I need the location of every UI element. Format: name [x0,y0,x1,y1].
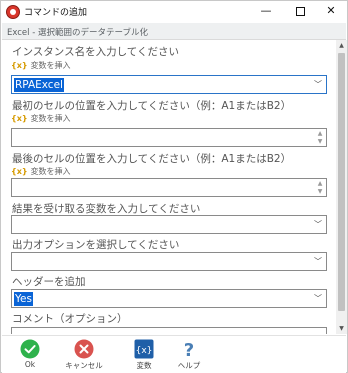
ok-label: Ok [24,360,36,369]
insert-variable-link-last-cell[interactable]: {x} 変数を挿入 [11,166,71,177]
first-cell-label: 最初のセルの位置を入力してください（例：A1またはB2） [12,100,292,112]
last-cell-label: 最後のセルの位置を入力してください（例：A1またはB2） [12,153,292,165]
variable-icon: {x} [11,61,28,70]
result-variable-label: 結果を受け取る変数を入力してください [12,203,201,215]
footer-toolbar: Ok キャンセル {x} 変数 ? ヘルプ [2,335,346,373]
cancel-label: キャンセル [65,361,103,370]
scroll-down-icon[interactable]: ▼ [336,323,347,334]
spin-up-icon: ▲ [317,130,323,137]
app-icon [6,5,20,19]
header-label: ヘッダーを追加 [12,276,86,288]
instance-label: インスタンス名を入力してください [12,46,179,58]
maximize-icon [295,6,305,16]
close-button[interactable]: ✕ [315,1,347,23]
help-icon: ? [184,340,194,359]
scrollbar-thumb[interactable] [338,53,345,311]
title-bar: コマンドの追加 — ✕ [1,1,347,23]
output-option-select[interactable]: ﹀ [11,252,327,271]
variable-icon: {x} [11,114,28,123]
chevron-down-icon: ﹀ [314,294,322,303]
chevron-down-icon: ﹀ [314,80,322,89]
insert-variable-link-instance[interactable]: {x} 変数を挿入 [11,60,71,71]
first-cell-input[interactable]: ▲ ▼ [11,128,327,147]
cancel-icon [74,339,94,359]
result-variable-select[interactable]: ﹀ [11,215,327,234]
comment-label: コメント（オプション） [12,313,128,325]
maximize-button[interactable] [284,1,316,23]
header-select[interactable]: Yes ﹀ [11,289,327,308]
vertical-scrollbar[interactable]: ▲ ▼ [336,40,347,334]
insert-variable-link-first-cell[interactable]: {x} 変数を挿入 [11,113,71,124]
form-scroll-area: インスタンス名を入力してください {x} 変数を挿入 RPAExcel ﹀ 最初の… [2,40,336,334]
spin-buttons[interactable]: ▲ ▼ [315,180,325,195]
ok-button[interactable]: Ok [5,339,55,369]
command-header: Excel - 選択範囲のデータテーブル化 [2,23,346,40]
output-option-label: 出力オプションを選択してください [12,239,180,251]
variables-label: 変数 [136,361,152,370]
comment-input[interactable] [11,327,327,334]
header-value: Yes [14,292,33,306]
spin-buttons[interactable]: ▲ ▼ [315,130,325,145]
instance-value: RPAExcel [14,78,64,92]
svg-text:{x}: {x} [136,346,153,356]
help-label: ヘルプ [177,361,201,370]
ok-icon [20,339,40,359]
spin-up-icon: ▲ [317,180,323,187]
scroll-up-icon[interactable]: ▲ [336,40,347,51]
spin-down-icon: ▼ [317,188,323,195]
window-title: コマンドの追加 [24,8,88,18]
minimize-button[interactable]: — [250,1,282,23]
spin-down-icon: ▼ [317,138,323,145]
instance-select[interactable]: RPAExcel ﹀ [11,75,327,94]
help-button[interactable]: ? ヘルプ [164,339,214,371]
chevron-down-icon: ﹀ [314,257,322,266]
variable-icon: {x} [11,167,28,176]
chevron-down-icon: ﹀ [314,220,322,229]
last-cell-input[interactable]: ▲ ▼ [11,178,327,197]
command-header-text: Excel - 選択範囲のデータテーブル化 [7,28,148,38]
variables-button[interactable]: {x} 変数 [119,339,169,371]
svg-text:?: ? [184,340,194,359]
cancel-button[interactable]: キャンセル [59,339,109,371]
add-command-dialog: コマンドの追加 — ✕ Excel - 選択範囲のデータテーブル化 インスタンス… [0,0,348,373]
variables-icon: {x} [134,339,154,359]
